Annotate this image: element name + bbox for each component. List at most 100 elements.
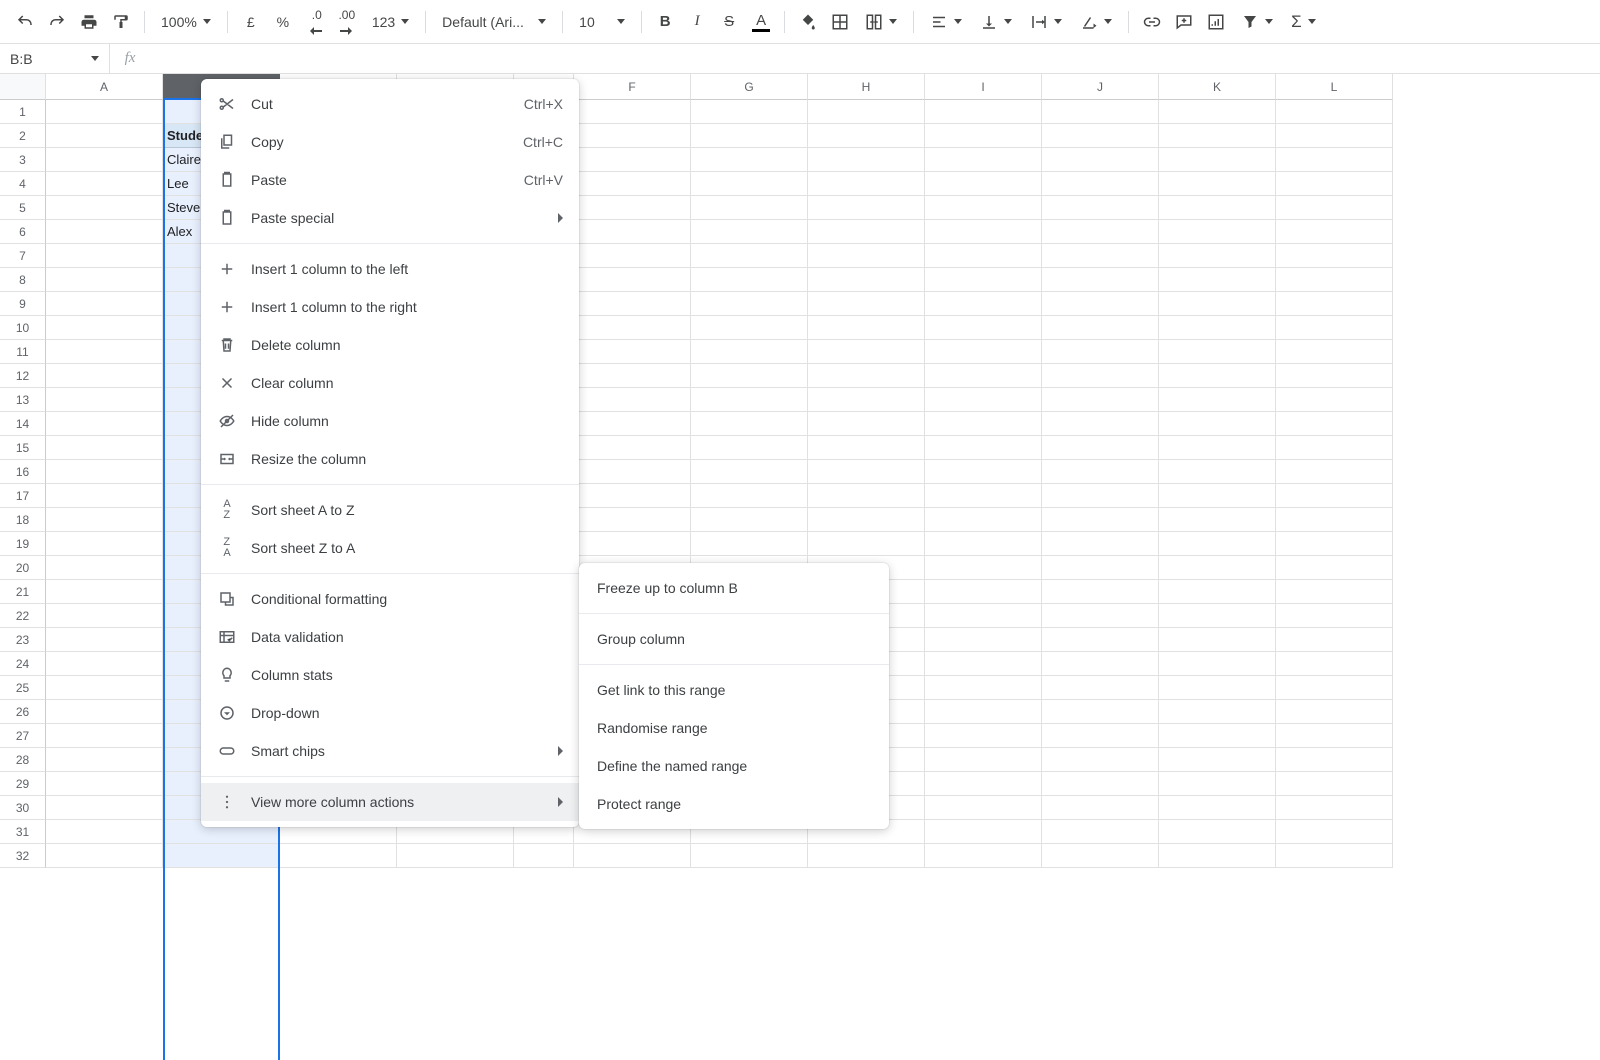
menu-view-more-column-actions[interactable]: View more column actions: [201, 783, 579, 821]
cell[interactable]: [46, 700, 163, 724]
row-header[interactable]: 2: [0, 124, 46, 148]
cell[interactable]: [1042, 724, 1159, 748]
menu-sort-az[interactable]: AZ Sort sheet A to Z: [201, 491, 579, 529]
cell[interactable]: [1159, 676, 1276, 700]
cell[interactable]: [46, 292, 163, 316]
cell[interactable]: [691, 244, 808, 268]
cell[interactable]: [1159, 292, 1276, 316]
row-header[interactable]: 10: [0, 316, 46, 340]
cell[interactable]: [1042, 484, 1159, 508]
cell[interactable]: [1159, 220, 1276, 244]
cell[interactable]: [1042, 772, 1159, 796]
cell[interactable]: [925, 844, 1042, 868]
cell[interactable]: [925, 172, 1042, 196]
cell[interactable]: [1276, 316, 1393, 340]
cell[interactable]: [1159, 244, 1276, 268]
row-header[interactable]: 25: [0, 676, 46, 700]
cell[interactable]: [1042, 268, 1159, 292]
cell[interactable]: [1276, 700, 1393, 724]
cell[interactable]: [1276, 652, 1393, 676]
cell[interactable]: [691, 100, 808, 124]
menu-paste[interactable]: Paste Ctrl+V: [201, 161, 579, 199]
cell[interactable]: [1159, 484, 1276, 508]
text-rotation-dropdown[interactable]: [1072, 7, 1120, 37]
cell[interactable]: [691, 340, 808, 364]
cell[interactable]: [1276, 748, 1393, 772]
cell[interactable]: [1276, 340, 1393, 364]
cell[interactable]: [46, 100, 163, 124]
cell[interactable]: [1276, 628, 1393, 652]
cell[interactable]: [691, 196, 808, 220]
cell[interactable]: [808, 316, 925, 340]
row-header[interactable]: 23: [0, 628, 46, 652]
cell[interactable]: [1042, 316, 1159, 340]
cell[interactable]: [46, 220, 163, 244]
cell[interactable]: [691, 316, 808, 340]
cell[interactable]: [808, 172, 925, 196]
menu-smart-chips[interactable]: Smart chips: [201, 732, 579, 770]
increase-decimal-button[interactable]: .00.00: [332, 7, 362, 37]
cell[interactable]: [925, 748, 1042, 772]
menu-cut[interactable]: Cut Ctrl+X: [201, 85, 579, 123]
cell[interactable]: [1276, 580, 1393, 604]
column-header-f[interactable]: F: [574, 74, 691, 100]
cell[interactable]: [1042, 196, 1159, 220]
cell[interactable]: [925, 196, 1042, 220]
row-header[interactable]: 29: [0, 772, 46, 796]
cell[interactable]: [46, 316, 163, 340]
borders-button[interactable]: [825, 7, 855, 37]
filter-dropdown[interactable]: [1233, 7, 1281, 37]
cell[interactable]: [1042, 700, 1159, 724]
cell[interactable]: [1159, 460, 1276, 484]
format-percent-button[interactable]: %: [268, 7, 298, 37]
cell[interactable]: [1159, 772, 1276, 796]
cell[interactable]: [808, 364, 925, 388]
cell[interactable]: [163, 844, 280, 868]
menu-conditional-formatting[interactable]: Conditional formatting: [201, 580, 579, 618]
cell[interactable]: [1042, 820, 1159, 844]
cell[interactable]: [1042, 508, 1159, 532]
cell[interactable]: [925, 556, 1042, 580]
cell[interactable]: [574, 460, 691, 484]
cell[interactable]: [46, 532, 163, 556]
cell[interactable]: [925, 100, 1042, 124]
cell[interactable]: [691, 148, 808, 172]
cell[interactable]: [1159, 532, 1276, 556]
horizontal-align-dropdown[interactable]: [922, 7, 970, 37]
font-size-dropdown[interactable]: 10: [571, 7, 633, 37]
row-header[interactable]: 8: [0, 268, 46, 292]
cell[interactable]: [691, 124, 808, 148]
cell[interactable]: [574, 220, 691, 244]
undo-button[interactable]: [10, 7, 40, 37]
font-dropdown[interactable]: Default (Ari...: [434, 7, 554, 37]
row-header[interactable]: 5: [0, 196, 46, 220]
menu-delete-column[interactable]: Delete column: [201, 326, 579, 364]
cell[interactable]: [574, 268, 691, 292]
cell[interactable]: [1159, 604, 1276, 628]
cell[interactable]: [925, 364, 1042, 388]
cell[interactable]: [925, 412, 1042, 436]
cell[interactable]: [1159, 508, 1276, 532]
cell[interactable]: [808, 268, 925, 292]
cell[interactable]: [1042, 556, 1159, 580]
cell[interactable]: [574, 364, 691, 388]
cell[interactable]: [280, 844, 397, 868]
submenu-randomise[interactable]: Randomise range: [579, 709, 889, 747]
cell[interactable]: [1276, 820, 1393, 844]
italic-button[interactable]: I: [682, 7, 712, 37]
cell[interactable]: [1159, 724, 1276, 748]
cell[interactable]: [1276, 124, 1393, 148]
cell[interactable]: [1159, 820, 1276, 844]
cell[interactable]: [925, 652, 1042, 676]
cell[interactable]: [691, 844, 808, 868]
cell[interactable]: [46, 724, 163, 748]
row-header[interactable]: 15: [0, 436, 46, 460]
cell[interactable]: [46, 412, 163, 436]
column-header-i[interactable]: I: [925, 74, 1042, 100]
cell[interactable]: [1276, 724, 1393, 748]
cell[interactable]: [808, 844, 925, 868]
cell[interactable]: [46, 388, 163, 412]
cell[interactable]: [1276, 364, 1393, 388]
cell[interactable]: [1042, 796, 1159, 820]
row-header[interactable]: 7: [0, 244, 46, 268]
